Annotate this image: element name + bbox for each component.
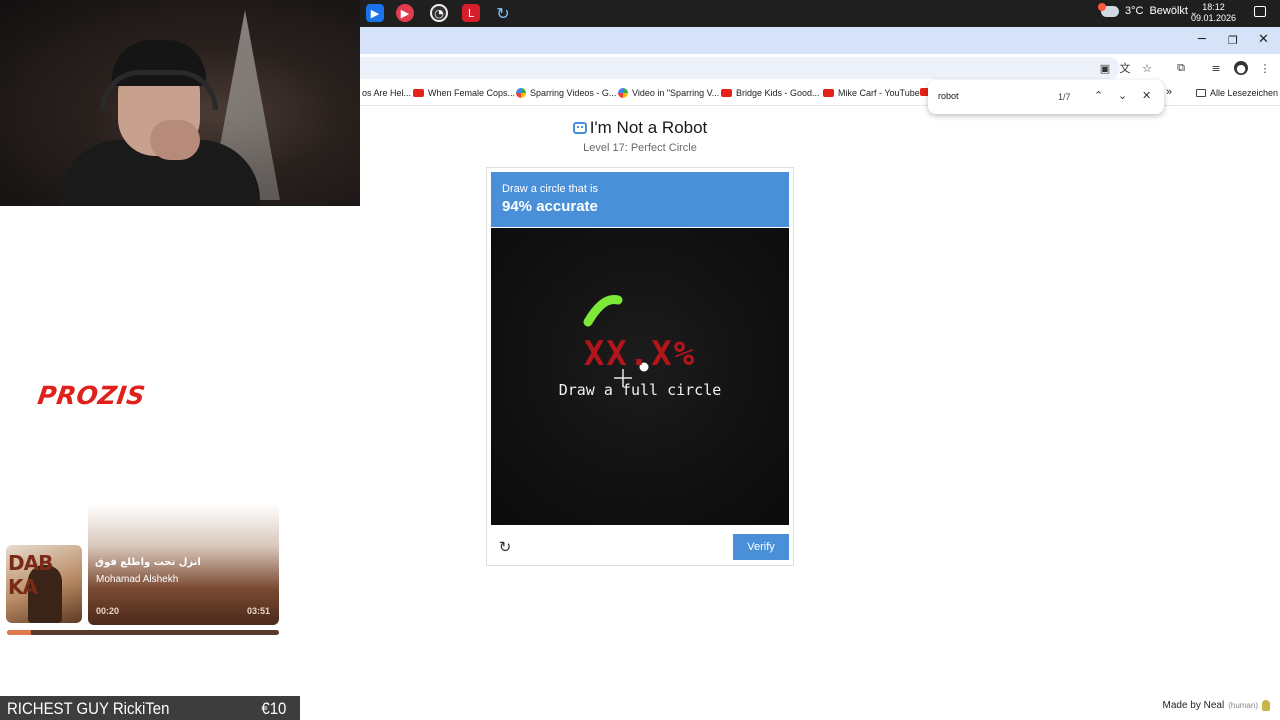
bookmark-item[interactable]: When Female Cops... [413,88,515,98]
screen: ▶ ▶ ◔ L ↻ 3°C Bewölkt ⌄ 18:12 09.01.2026… [0,0,1280,720]
made-by-label: Made by Neal [1162,700,1225,711]
app-icon-red-play[interactable]: ▶ [396,4,414,22]
song-artist: Mohamad Alshekh [96,574,179,585]
bookmark-label: When Female Cops... [428,88,516,98]
song-elapsed: 00:20 [96,606,120,616]
bookmark-label: os Are Hel... [362,88,412,98]
streamer-hand [150,120,200,160]
address-bar-row: ▣ 文 ☆ ⧉ ≡ ● ⋮ [360,54,1280,82]
album-cover: DAB KA [6,545,82,623]
taskbar: ▶ ▶ ◔ L ↻ 3°C Bewölkt ⌄ 18:12 09.01.2026 [360,0,1280,27]
bookmark-label: Video in "Sparring V... [632,88,720,98]
bulb-icon [1262,700,1270,711]
weather-temp: 3°C [1125,5,1144,17]
folder-icon [1196,89,1206,97]
canvas-instruction: Draw a full circle [558,381,722,399]
made-by-tag: (human) [1228,701,1258,710]
find-close-icon[interactable]: ✕ [1142,89,1151,102]
bookmark-item[interactable]: Video in "Sparring V... [618,88,719,98]
drawn-stroke [583,294,623,327]
app-icon-ls[interactable]: L [462,4,480,22]
captcha-target: 94% accurate [502,198,598,215]
robot-icon [572,122,587,134]
captcha-header: Draw a circle that is 94% accurate [491,172,789,227]
photos-icon [516,88,526,98]
restore-button[interactable]: ❐ [1228,34,1238,47]
photos-icon [618,88,628,98]
richest-guy-label: RICHEST GUY RickiTen [7,699,170,718]
clock[interactable]: 18:12 09.01.2026 [1191,2,1236,24]
richest-guy-banner: RICHEST GUY RickiTen €10 [0,696,300,720]
captcha-prompt: Draw a circle that is [502,183,598,195]
find-match-count: 1/7 [1058,92,1071,102]
bookmark-star-icon[interactable]: ☆ [1140,61,1154,75]
drawing-canvas[interactable]: XX.X% Draw a full circle [491,228,789,525]
refresh-icon[interactable]: ↻ [496,538,514,556]
all-bookmarks-label: Alle Lesezeichen [1210,88,1279,98]
accuracy-score: XX.X% [583,334,697,374]
headset [100,70,218,110]
app-icon-refresh-blue[interactable]: ↻ [494,4,512,23]
song-progress-fill [7,630,31,635]
youtube-icon [823,89,834,97]
find-input[interactable] [938,91,1048,101]
youtube-icon [721,89,732,97]
bookmark-item[interactable]: Sparring Videos - G... [516,88,616,98]
drawing-layer [583,294,649,387]
bookmark-label: Mike Carf - YouTube [838,88,920,98]
address-field[interactable] [360,57,1120,79]
song-duration: 03:51 [247,606,271,616]
richest-guy-amount: €10 [261,699,286,718]
bookmark-label: Sparring Videos - G... [530,88,617,98]
find-previous-icon[interactable]: ⌃ [1094,89,1103,102]
profile-avatar[interactable]: ● [1234,61,1248,75]
album-cover-text: DAB KA [8,551,53,599]
app-icon-blue[interactable]: ▶ [366,4,384,22]
clock-date: 09.01.2026 [1190,13,1236,23]
weather-text: Bewölkt [1149,5,1188,17]
page-info-icon[interactable]: ▣ [1098,61,1112,75]
find-next-icon[interactable]: ⌄ [1118,89,1127,102]
verify-button[interactable]: Verify [733,534,789,560]
reading-list-icon[interactable]: ≡ [1209,61,1223,75]
bookmarks-overflow-button[interactable]: » [1166,86,1172,98]
sponsor-logo: PROZIS [35,381,148,410]
notification-icon[interactable] [1254,6,1266,17]
bookmark-item[interactable]: Mike Carf - YouTube [823,88,920,98]
bookmark-item[interactable]: Bridge Kids - Good... [721,88,820,98]
youtube-icon [413,89,424,97]
song-progress-bar [7,630,279,635]
close-window-button[interactable]: ✕ [1258,32,1269,47]
minimize-button[interactable]: ─ [1198,32,1206,47]
app-icon-gauge[interactable]: ◔ [430,4,448,22]
menu-icon[interactable]: ⋮ [1258,61,1272,75]
translate-icon[interactable]: 文 [1118,61,1132,75]
made-by-credit[interactable]: Made by Neal (human) [1162,700,1270,711]
extensions-icon[interactable]: ⧉ [1174,61,1188,75]
clock-time: 18:12 [1202,2,1225,12]
weather-widget[interactable]: 3°C Bewölkt [1098,2,1188,17]
level-subtitle: Level 17: Perfect Circle [583,142,697,154]
find-bar: 1/7 ⌃ ⌄ ✕ [928,80,1164,114]
all-bookmarks-button[interactable]: Alle Lesezeichen [1196,88,1278,98]
page-title-text: I'm Not a Robot [589,118,708,137]
bookmark-item[interactable]: os Are Hel... [362,88,411,98]
cloud-icon [1098,2,1119,17]
browser-tab-bar: ─ ❐ ✕ [360,27,1280,54]
webcam-overlay [0,0,360,206]
song-title: انزل تحت واطلع فوق [95,557,201,568]
bookmark-label: Bridge Kids - Good... [736,88,820,98]
page-title: I'm Not a Robot [360,118,920,138]
